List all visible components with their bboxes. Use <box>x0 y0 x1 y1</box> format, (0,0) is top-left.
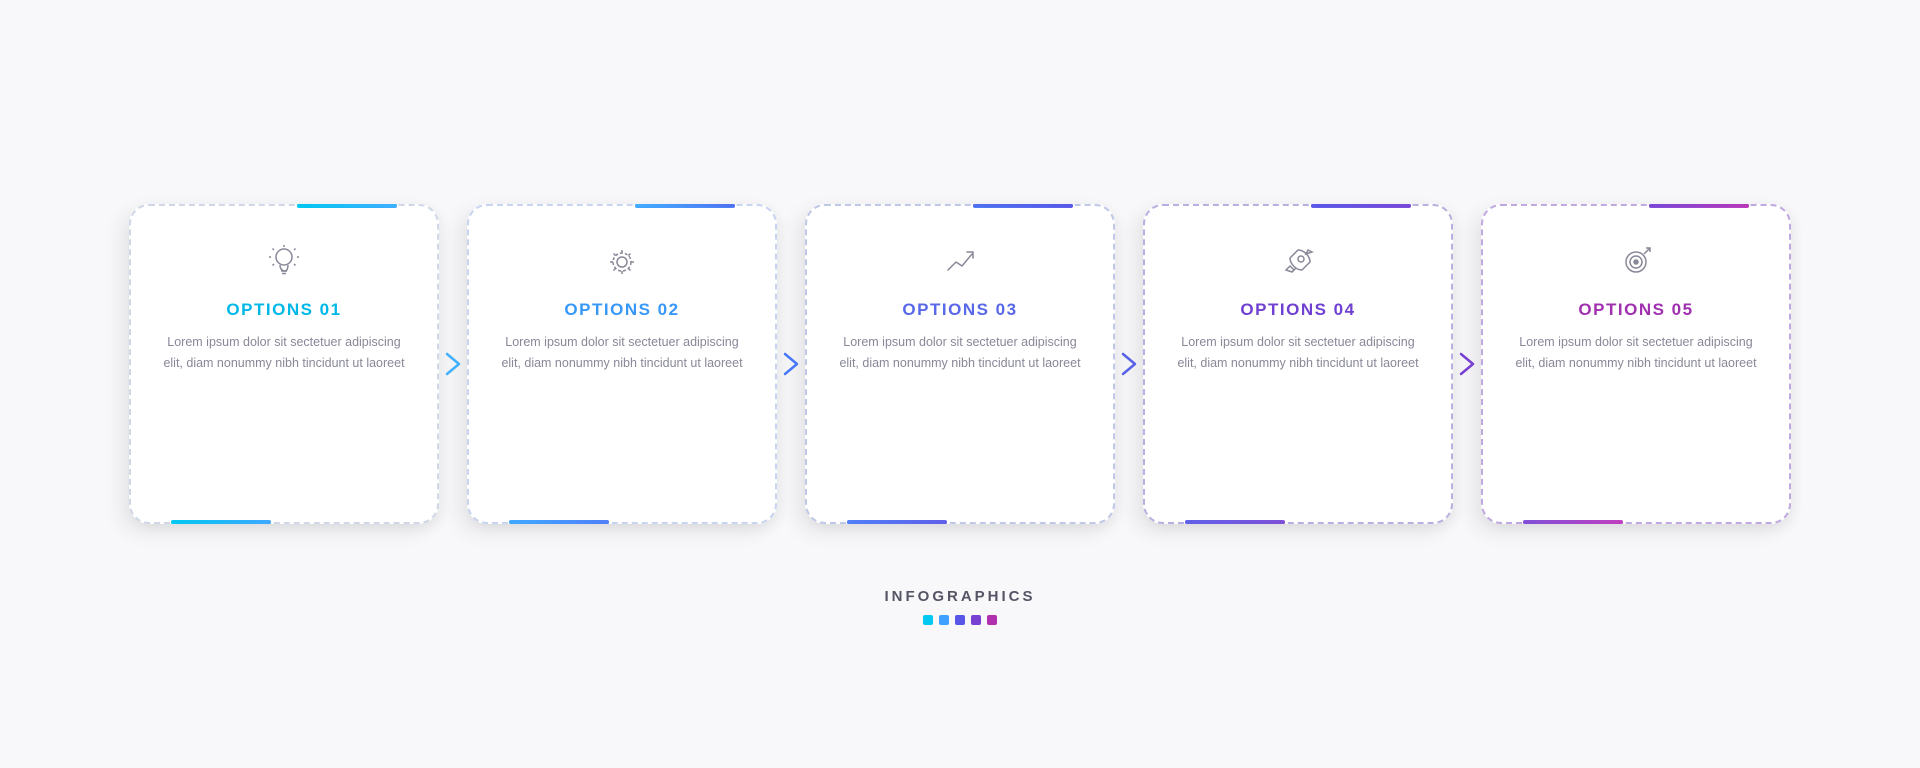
card-4-title: OPTIONS 04 <box>1240 300 1355 320</box>
card-1-border-bottom <box>171 521 271 524</box>
rocket-icon <box>1274 238 1322 286</box>
arrow-1 <box>437 348 469 380</box>
card-3-text: Lorem ipsum dolor sit sectetuer adipisci… <box>835 332 1085 375</box>
card-1-border-top <box>297 204 397 207</box>
dot-4 <box>971 615 981 625</box>
card-3: OPTIONS 03 Lorem ipsum dolor sit sectetu… <box>805 204 1115 524</box>
card-4-text: Lorem ipsum dolor sit sectetuer adipisci… <box>1173 332 1423 375</box>
footer-title: INFOGRAPHICS <box>884 588 1035 605</box>
card-1: OPTIONS 01 Lorem ipsum dolor sit sectetu… <box>129 204 439 524</box>
lightbulb-icon <box>260 238 308 286</box>
card-5: OPTIONS 05 Lorem ipsum dolor sit sectetu… <box>1481 204 1791 524</box>
chart-icon <box>936 238 984 286</box>
card-2-text: Lorem ipsum dolor sit sectetuer adipisci… <box>497 332 747 375</box>
card-wrapper-5: OPTIONS 05 Lorem ipsum dolor sit sectetu… <box>1481 204 1791 524</box>
target-icon <box>1612 238 1660 286</box>
dot-3 <box>955 615 965 625</box>
footer-dots <box>923 615 997 625</box>
arrow-2 <box>775 348 807 380</box>
card-5-border-bottom <box>1523 521 1623 524</box>
card-2-border-bottom <box>509 521 609 524</box>
footer: INFOGRAPHICS <box>884 588 1035 625</box>
card-2-title: OPTIONS 02 <box>564 300 679 320</box>
arrow-4 <box>1451 348 1483 380</box>
card-wrapper-2: OPTIONS 02 Lorem ipsum dolor sit sectetu… <box>467 204 777 524</box>
dot-1 <box>923 615 933 625</box>
card-1-text: Lorem ipsum dolor sit sectetuer adipisci… <box>159 332 409 375</box>
card-5-title: OPTIONS 05 <box>1578 300 1693 320</box>
arrow-3 <box>1113 348 1145 380</box>
dot-2 <box>939 615 949 625</box>
infographic-container: OPTIONS 01 Lorem ipsum dolor sit sectetu… <box>49 144 1871 564</box>
card-wrapper-1: OPTIONS 01 Lorem ipsum dolor sit sectetu… <box>129 204 439 524</box>
card-wrapper-3: OPTIONS 03 Lorem ipsum dolor sit sectetu… <box>805 204 1115 524</box>
card-4: OPTIONS 04 Lorem ipsum dolor sit sectetu… <box>1143 204 1453 524</box>
card-4-border-bottom <box>1185 521 1285 524</box>
card-5-border-top <box>1649 204 1749 207</box>
card-3-border-top <box>973 204 1073 207</box>
card-1-title: OPTIONS 01 <box>226 300 341 320</box>
card-3-title: OPTIONS 03 <box>902 300 1017 320</box>
card-2: OPTIONS 02 Lorem ipsum dolor sit sectetu… <box>467 204 777 524</box>
dot-5 <box>987 615 997 625</box>
card-wrapper-4: OPTIONS 04 Lorem ipsum dolor sit sectetu… <box>1143 204 1453 524</box>
card-5-text: Lorem ipsum dolor sit sectetuer adipisci… <box>1511 332 1761 375</box>
card-3-border-bottom <box>847 521 947 524</box>
gear-icon <box>598 238 646 286</box>
card-2-border-top <box>635 204 735 207</box>
card-4-border-top <box>1311 204 1411 207</box>
